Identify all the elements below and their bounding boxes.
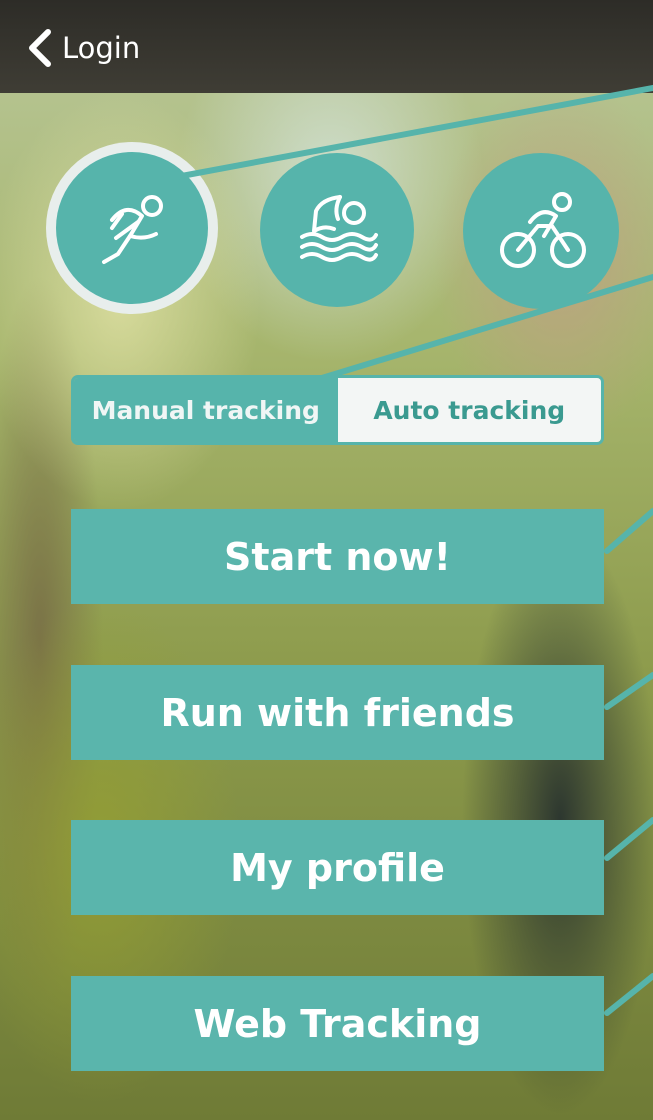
back-button[interactable]: Login	[24, 26, 140, 70]
swimming-icon	[300, 195, 378, 262]
sport-running-button[interactable]	[56, 152, 208, 304]
cycling-icon	[500, 192, 586, 268]
start-now-button[interactable]: Start now!	[71, 509, 604, 604]
web-tracking-button[interactable]: Web Tracking	[71, 976, 604, 1071]
sport-cycling-button[interactable]	[463, 153, 619, 309]
running-icon	[102, 195, 163, 264]
run-with-friends-button[interactable]: Run with friends	[71, 665, 604, 760]
sport-swimming-button[interactable]	[260, 153, 414, 307]
screen: Login Manual tracking Auto tracking Star…	[0, 0, 653, 1120]
my-profile-button[interactable]: My profile	[71, 820, 604, 915]
auto-tracking-option[interactable]: Auto tracking	[337, 378, 601, 442]
back-label: Login	[62, 31, 141, 65]
navigation-bar: Login	[0, 0, 653, 93]
manual-tracking-option[interactable]: Manual tracking	[74, 378, 338, 442]
chevron-left-icon	[29, 29, 51, 67]
tracking-mode-toggle: Manual tracking Auto tracking	[71, 375, 604, 445]
